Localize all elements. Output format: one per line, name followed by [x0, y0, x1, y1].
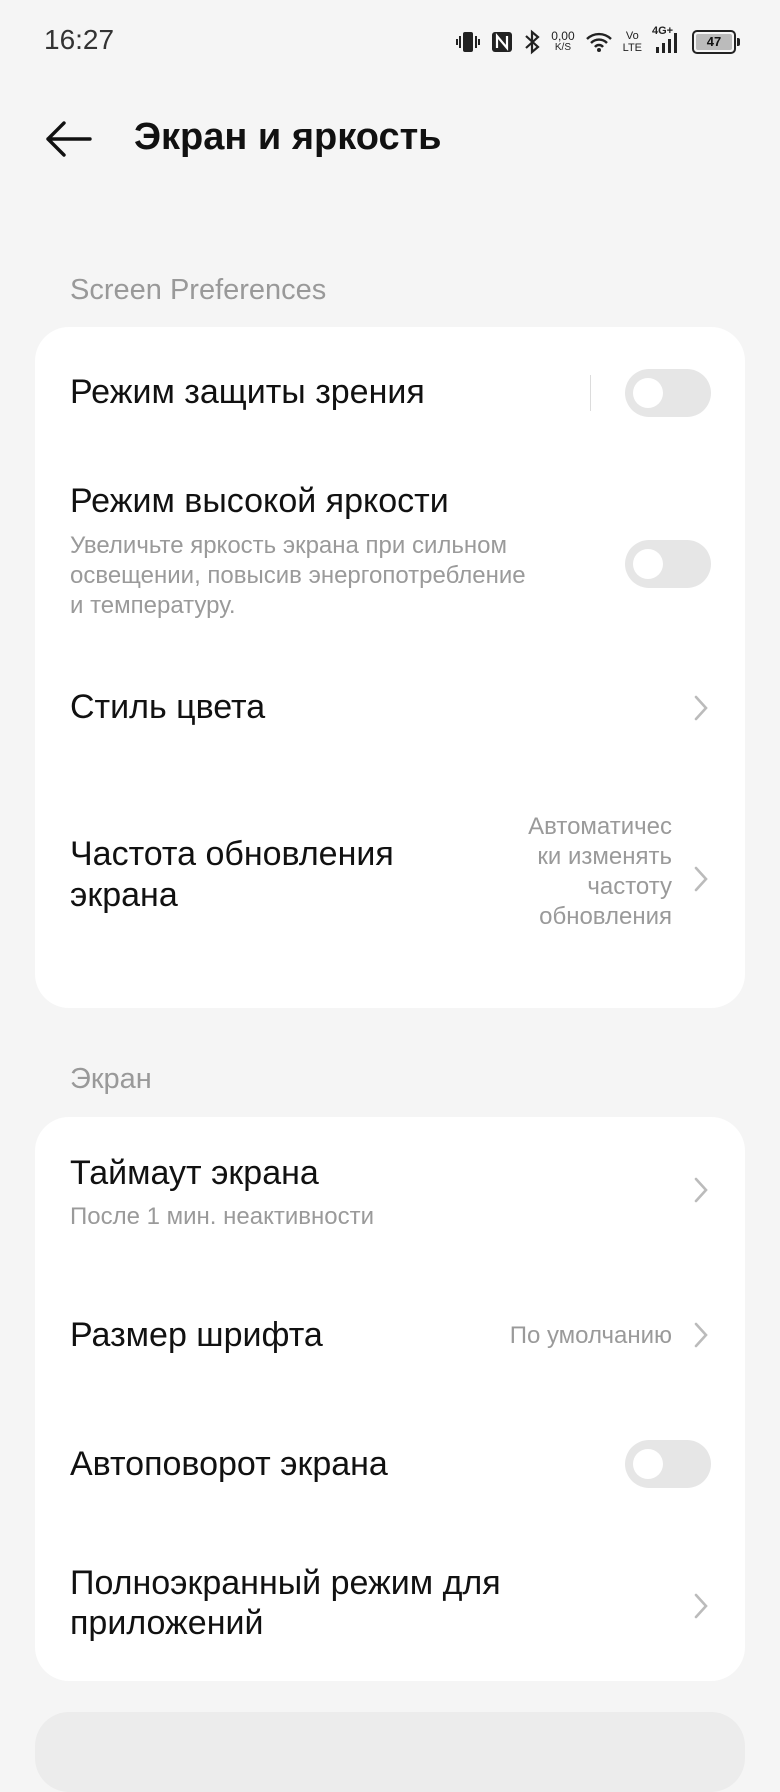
high-brightness-title: Режим высокой яркости: [70, 482, 449, 520]
arrow-left-icon: [46, 121, 92, 157]
status-time: 16:27: [44, 24, 115, 55]
fullscreen-apps-row[interactable]: Полноэкранный режим для приложений: [35, 1531, 745, 1681]
font-size-value: По умолчанию: [509, 1322, 672, 1349]
chevron-right-icon: [694, 1593, 708, 1619]
app-header: Экран и яркость: [0, 100, 780, 180]
vibrate-icon: [455, 30, 481, 54]
battery-level: 47: [706, 34, 722, 49]
chevron-right-icon: [694, 866, 708, 892]
toggle-knob: [633, 378, 663, 408]
status-icons: 0,00 K/S Vo LTE 4G+ 47: [455, 25, 740, 58]
refresh-rate-value-1: Автоматичес: [528, 813, 672, 840]
next-card-partial: [35, 1712, 745, 1792]
back-button[interactable]: [44, 114, 100, 164]
high-brightness-row[interactable]: Режим высокой яркости Увеличьте яркость …: [35, 459, 745, 644]
page-title: Экран и яркость: [134, 116, 442, 158]
font-size-title: Размер шрифта: [70, 1316, 323, 1354]
screen-card: Таймаут экрана После 1 мин. неактивности…: [35, 1117, 745, 1681]
color-style-title: Стиль цвета: [70, 688, 266, 726]
refresh-rate-title-2: экрана: [70, 876, 178, 914]
timeout-row[interactable]: Таймаут экрана После 1 мин. неактивности: [35, 1117, 745, 1273]
net-speed-unit: K/S: [554, 42, 572, 53]
toggle-knob: [633, 1449, 663, 1479]
refresh-rate-value-2: ки изменять: [537, 843, 672, 870]
refresh-rate-row[interactable]: Частота обновления экрана Автоматичес ки…: [35, 776, 745, 1008]
net-speed-value: 0,00: [551, 29, 575, 43]
auto-rotate-toggle[interactable]: [625, 1440, 711, 1488]
net-speed: 0,00 K/S: [551, 30, 574, 54]
signal-icon: 4G+: [652, 25, 682, 55]
toggle-knob: [633, 549, 663, 579]
high-brightness-subtitle-1: Увеличьте яркость экрана при сильном: [70, 532, 507, 559]
preferences-card: Режим защиты зрения Режим высокой яркост…: [35, 327, 745, 1008]
refresh-rate-title-1: Частота обновления: [70, 835, 394, 873]
high-brightness-subtitle-2: освещении, повысив энергопотребление: [70, 562, 526, 589]
high-brightness-toggle[interactable]: [625, 540, 711, 588]
refresh-rate-value-3: частоту: [587, 873, 672, 900]
section-title-screen: Экран: [70, 1063, 152, 1095]
wifi-icon: [585, 31, 613, 53]
network-type: 4G+: [652, 25, 674, 37]
volte-top: Vo: [625, 30, 639, 42]
status-bar: 16:27 0,00 K/S Vo LTE 4G+ 47: [0, 0, 780, 84]
auto-rotate-row[interactable]: Автоповорот экрана: [35, 1401, 745, 1531]
high-brightness-subtitle-3: и температуру.: [70, 592, 236, 619]
section-title-preferences: Screen Preferences: [70, 274, 327, 306]
nfc-icon: [491, 30, 513, 54]
volte-bottom: LTE: [622, 42, 642, 54]
eye-protection-toggle[interactable]: [625, 369, 711, 417]
font-size-row[interactable]: Размер шрифта По умолчанию: [35, 1273, 745, 1401]
color-style-row[interactable]: Стиль цвета: [35, 644, 745, 776]
battery-icon: 47: [692, 30, 740, 54]
timeout-subtitle: После 1 мин. неактивности: [70, 1203, 374, 1230]
row-divider: [590, 375, 591, 411]
eye-protection-title: Режим защиты зрения: [70, 373, 425, 411]
chevron-right-icon: [694, 1322, 708, 1348]
fullscreen-apps-title-1: Полноэкранный режим для: [70, 1564, 501, 1602]
chevron-right-icon: [694, 695, 708, 721]
chevron-right-icon: [694, 1177, 708, 1203]
timeout-title: Таймаут экрана: [70, 1154, 319, 1192]
eye-protection-row[interactable]: Режим защиты зрения: [35, 327, 745, 459]
bluetooth-icon: [523, 29, 541, 55]
volte-indicator: Vo LTE: [623, 30, 642, 54]
auto-rotate-title: Автоповорот экрана: [70, 1445, 388, 1483]
refresh-rate-value-4: обновления: [539, 903, 672, 930]
fullscreen-apps-title-2: приложений: [70, 1604, 264, 1642]
